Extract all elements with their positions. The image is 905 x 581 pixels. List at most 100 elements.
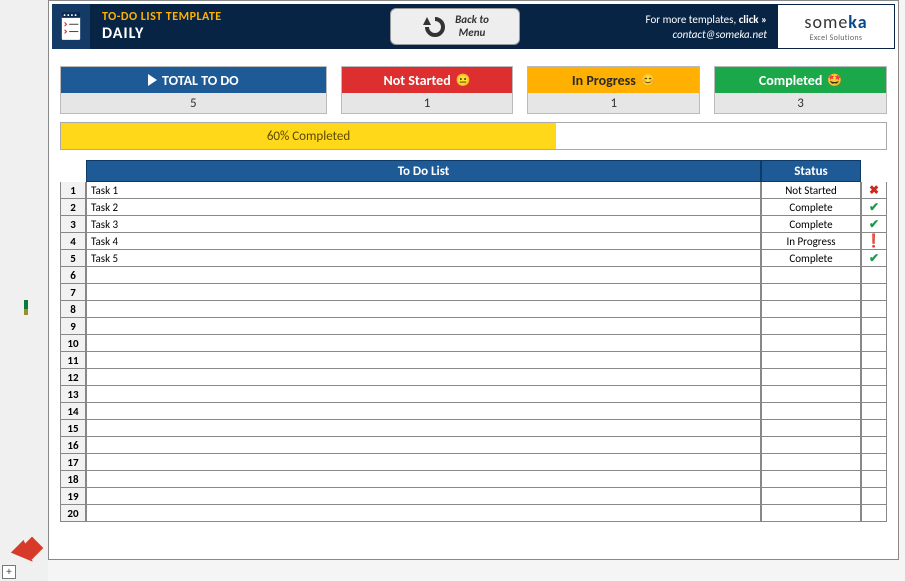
- task-cell[interactable]: [86, 318, 761, 335]
- row-number: 10: [60, 335, 86, 352]
- row-number: 7: [60, 284, 86, 301]
- table-row[interactable]: 7: [60, 284, 887, 301]
- col-status: Status: [761, 160, 861, 182]
- todo-icon: [52, 4, 90, 49]
- stat-total-label: TOTAL TO DO: [162, 72, 239, 89]
- template-title: TO-DO LIST TEMPLATE: [102, 10, 378, 24]
- stat-in-progress: In Progress😊 1: [527, 66, 700, 114]
- task-cell[interactable]: [86, 454, 761, 471]
- table-row[interactable]: 12: [60, 369, 887, 386]
- status-cell[interactable]: [761, 403, 861, 420]
- status-cell[interactable]: Complete: [761, 199, 861, 216]
- status-cell[interactable]: [761, 267, 861, 284]
- summary-stats-row: TOTAL TO DO 5 Not Started😐 1 In Progress…: [60, 66, 887, 114]
- contact-email[interactable]: contact@someka.net: [582, 28, 767, 41]
- status-icon: [861, 301, 887, 318]
- status-cell[interactable]: [761, 318, 861, 335]
- stat-notstarted-label: Not Started: [383, 72, 450, 89]
- row-number: 3: [60, 216, 86, 233]
- status-cell[interactable]: Complete: [761, 216, 861, 233]
- table-row[interactable]: 4Task 4In Progress❗: [60, 233, 887, 250]
- title-block: TO-DO LIST TEMPLATE DAILY: [90, 4, 390, 49]
- status-icon: ❗: [861, 233, 887, 250]
- task-cell[interactable]: [86, 301, 761, 318]
- status-cell[interactable]: [761, 488, 861, 505]
- template-header: TO-DO LIST TEMPLATE DAILY Back toMenu Fo…: [52, 4, 895, 52]
- status-cell[interactable]: [761, 352, 861, 369]
- task-cell[interactable]: [86, 403, 761, 420]
- table-row[interactable]: 19: [60, 488, 887, 505]
- status-cell[interactable]: [761, 284, 861, 301]
- task-cell[interactable]: Task 5: [86, 250, 761, 267]
- sad-face-icon: 😐: [456, 73, 471, 88]
- task-cell[interactable]: [86, 352, 761, 369]
- table-row[interactable]: 20: [60, 505, 887, 522]
- task-cell[interactable]: [86, 335, 761, 352]
- status-cell[interactable]: [761, 420, 861, 437]
- table-row[interactable]: 14: [60, 403, 887, 420]
- table-row[interactable]: 10: [60, 335, 887, 352]
- table-row[interactable]: 13: [60, 386, 887, 403]
- status-cell[interactable]: [761, 471, 861, 488]
- back-to-menu-button[interactable]: Back toMenu: [390, 8, 520, 45]
- table-row[interactable]: 17: [60, 454, 887, 471]
- status-cell[interactable]: [761, 386, 861, 403]
- task-cell[interactable]: [86, 437, 761, 454]
- status-icon: [861, 318, 887, 335]
- task-cell[interactable]: Task 1: [86, 182, 761, 199]
- status-cell[interactable]: Not Started: [761, 182, 861, 199]
- table-row[interactable]: 3Task 3Complete✔: [60, 216, 887, 233]
- task-cell[interactable]: [86, 267, 761, 284]
- task-cell[interactable]: [86, 284, 761, 301]
- table-row[interactable]: 15: [60, 420, 887, 437]
- status-cell[interactable]: [761, 454, 861, 471]
- table-row[interactable]: 6: [60, 267, 887, 284]
- task-cell[interactable]: Task 2: [86, 199, 761, 216]
- task-cell[interactable]: [86, 471, 761, 488]
- status-icon: [861, 386, 887, 403]
- table-row[interactable]: 11: [60, 352, 887, 369]
- table-row[interactable]: 1Task 1Not Started✖: [60, 182, 887, 199]
- row-number: 4: [60, 233, 86, 250]
- someka-logo: someka Excel Solutions: [777, 4, 895, 49]
- status-cell[interactable]: [761, 301, 861, 318]
- row-number: 1: [60, 182, 86, 199]
- stat-completed-value: 3: [715, 93, 886, 113]
- task-cell[interactable]: [86, 488, 761, 505]
- table-header: To Do List Status: [60, 160, 887, 182]
- task-cell[interactable]: [86, 505, 761, 522]
- task-cell[interactable]: [86, 386, 761, 403]
- row-number: 16: [60, 437, 86, 454]
- row-number: 2: [60, 199, 86, 216]
- table-row[interactable]: 8: [60, 301, 887, 318]
- status-cell[interactable]: [761, 335, 861, 352]
- worksheet-area: TO-DO LIST TEMPLATE DAILY Back toMenu Fo…: [48, 0, 899, 560]
- table-row[interactable]: 9: [60, 318, 887, 335]
- table-row[interactable]: 18: [60, 471, 887, 488]
- status-cell[interactable]: Complete: [761, 250, 861, 267]
- new-sheet-button[interactable]: +: [2, 565, 16, 579]
- row-number: 14: [60, 403, 86, 420]
- status-icon: [861, 335, 887, 352]
- neutral-face-icon: 😊: [641, 73, 656, 88]
- task-cell[interactable]: Task 3: [86, 216, 761, 233]
- task-cell[interactable]: Task 4: [86, 233, 761, 250]
- excel-outline-gutter: [0, 0, 48, 581]
- table-row[interactable]: 2Task 2Complete✔: [60, 199, 887, 216]
- task-cell[interactable]: [86, 420, 761, 437]
- more-templates-link[interactable]: For more templates, click »: [582, 13, 767, 26]
- mode-label: DAILY: [102, 24, 378, 43]
- back-arrow-icon: [421, 15, 449, 39]
- status-icon: [861, 369, 887, 386]
- row-number: 20: [60, 505, 86, 522]
- status-cell[interactable]: [761, 505, 861, 522]
- status-icon: ✔: [861, 216, 887, 233]
- progress-text: 60% Completed: [267, 129, 350, 144]
- status-cell[interactable]: [761, 437, 861, 454]
- table-row[interactable]: 5Task 5Complete✔: [60, 250, 887, 267]
- table-row[interactable]: 16: [60, 437, 887, 454]
- task-cell[interactable]: [86, 369, 761, 386]
- stat-inprogress-label: In Progress: [572, 72, 636, 89]
- status-cell[interactable]: [761, 369, 861, 386]
- status-cell[interactable]: In Progress: [761, 233, 861, 250]
